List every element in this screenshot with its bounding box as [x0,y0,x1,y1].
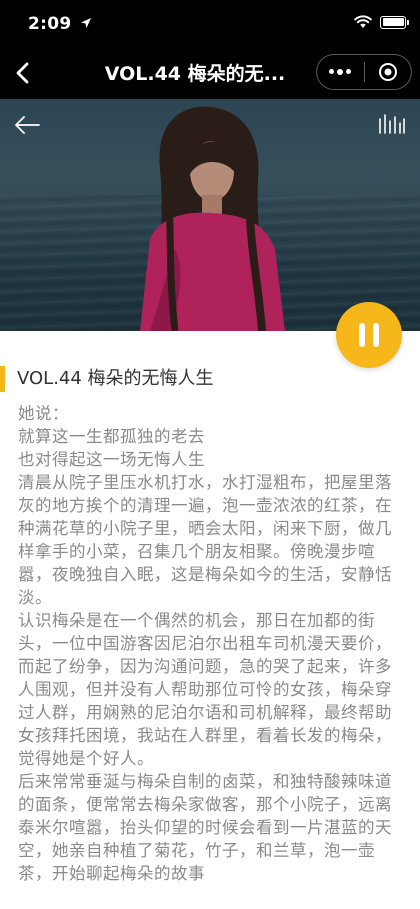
more-dots-icon [329,69,352,75]
article-paragraph: 认识梅朵是在一个偶然的机会，那日在加都的街头，一位中国游客因尼泊尔出租车司机漫天… [18,611,392,768]
capsule-close-icon [378,63,397,81]
status-time: 2:09 [28,14,72,34]
battery-icon [380,15,409,29]
arrow-left-icon[interactable] [14,114,40,136]
more-button[interactable] [317,55,364,89]
status-indicators [354,15,409,29]
back-chevron-icon[interactable] [10,59,36,87]
article-paragraph: 她说： [18,404,69,423]
pause-icon-bar [373,323,379,347]
pause-button[interactable] [336,302,402,368]
pause-icon [359,323,365,347]
nav-bar: VOL.44 梅朵的无... [0,46,420,99]
wifi-icon [354,15,372,28]
article-paragraph: 也对得起这一场无悔人生 [18,450,205,469]
close-button[interactable] [364,55,411,89]
article-paragraph: 清晨从院子里压水机打水，水打湿粗布，把屋里落灰的地方挨个的清理一遍，泡一壶浓浓的… [18,473,392,607]
article-title: VOL.44 梅朵的无悔人生 [0,366,330,392]
article-paragraph: 后来常常垂涎与梅朵自制的卤菜，和独特酸辣味道的面条，便常常去梅朵家做客，那个小院… [18,772,392,883]
article-body: 她说： 就算这一生都孤独的老去 也对得起这一场无悔人生 清晨从院子里压水机打水，… [18,402,406,909]
location-arrow-icon [81,18,91,28]
status-bar: 2:09 [0,0,420,46]
cover-figure [140,106,285,331]
mini-program-capsule [316,54,412,90]
cover-image [0,99,420,331]
article-paragraph: 就算这一生都孤独的老去 [18,427,205,446]
sound-wave-icon[interactable] [378,113,406,137]
page-title: VOL.44 梅朵的无... [104,63,286,85]
